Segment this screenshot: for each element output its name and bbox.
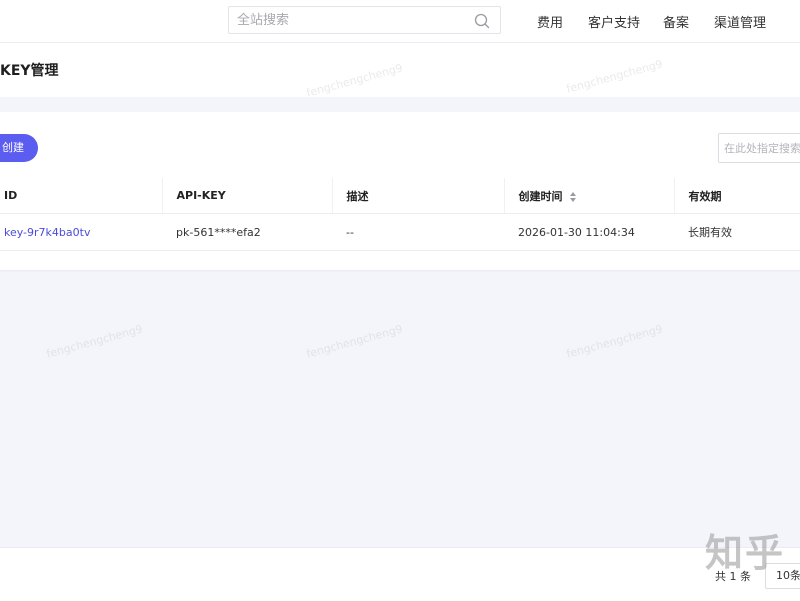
global-search-input[interactable] (229, 7, 477, 33)
sort-icon[interactable] (569, 191, 577, 203)
key-list-card: 创建 ID API-KEY 描述 创建时间 有效期 key-9r7k4ba0tv… (0, 112, 800, 270)
column-header-created-time-label: 创建时间 (518, 189, 563, 203)
zhihu-watermark-logo: 知乎 (705, 531, 786, 575)
create-button[interactable]: 创建 (0, 134, 38, 162)
table-filter-box[interactable] (718, 133, 800, 163)
cell-api-key: pk-561****efa2 (162, 213, 332, 251)
column-header-created-time[interactable]: 创建时间 (504, 178, 675, 214)
column-header-id: ID (0, 178, 163, 214)
nav-billing[interactable]: 费用 (537, 12, 563, 31)
cell-id[interactable]: key-9r7k4ba0tv (0, 213, 162, 251)
nav-channel-management[interactable]: 渠道管理 (714, 12, 766, 31)
cell-description: -- (332, 213, 504, 251)
watermark: fengchengcheng9 (45, 322, 145, 361)
top-navigation-bar: 费用 客户支持 备案 渠道管理 (0, 0, 800, 43)
search-icon[interactable] (474, 13, 490, 29)
cell-validity: 长期有效 (674, 213, 800, 251)
key-table: ID API-KEY 描述 创建时间 有效期 key-9r7k4ba0tv pk… (0, 178, 800, 251)
key-id-link[interactable]: key-9r7k4ba0tv (4, 226, 90, 239)
nav-customer-support[interactable]: 客户支持 (588, 12, 640, 31)
column-header-api-key: API-KEY (162, 178, 333, 214)
table-filter-input[interactable] (719, 134, 800, 162)
table-header-row: ID API-KEY 描述 创建时间 有效期 (0, 178, 800, 214)
column-header-description: 描述 (332, 178, 505, 214)
nav-icp-filing[interactable]: 备案 (663, 12, 689, 31)
cell-created-time: 2026-01-30 11:04:34 (504, 213, 674, 251)
pagination-bar: 共 1 条 10条/页 (0, 547, 800, 601)
global-search-box[interactable] (228, 6, 501, 34)
watermark: fengchengcheng9 (305, 322, 405, 361)
column-header-validity: 有效期 (674, 178, 800, 214)
page-title: KEY管理 (0, 63, 59, 79)
watermark: fengchengcheng9 (565, 322, 665, 361)
table-row: key-9r7k4ba0tv pk-561****efa2 -- 2026-01… (0, 213, 800, 251)
page-header: KEY管理 (0, 43, 800, 97)
